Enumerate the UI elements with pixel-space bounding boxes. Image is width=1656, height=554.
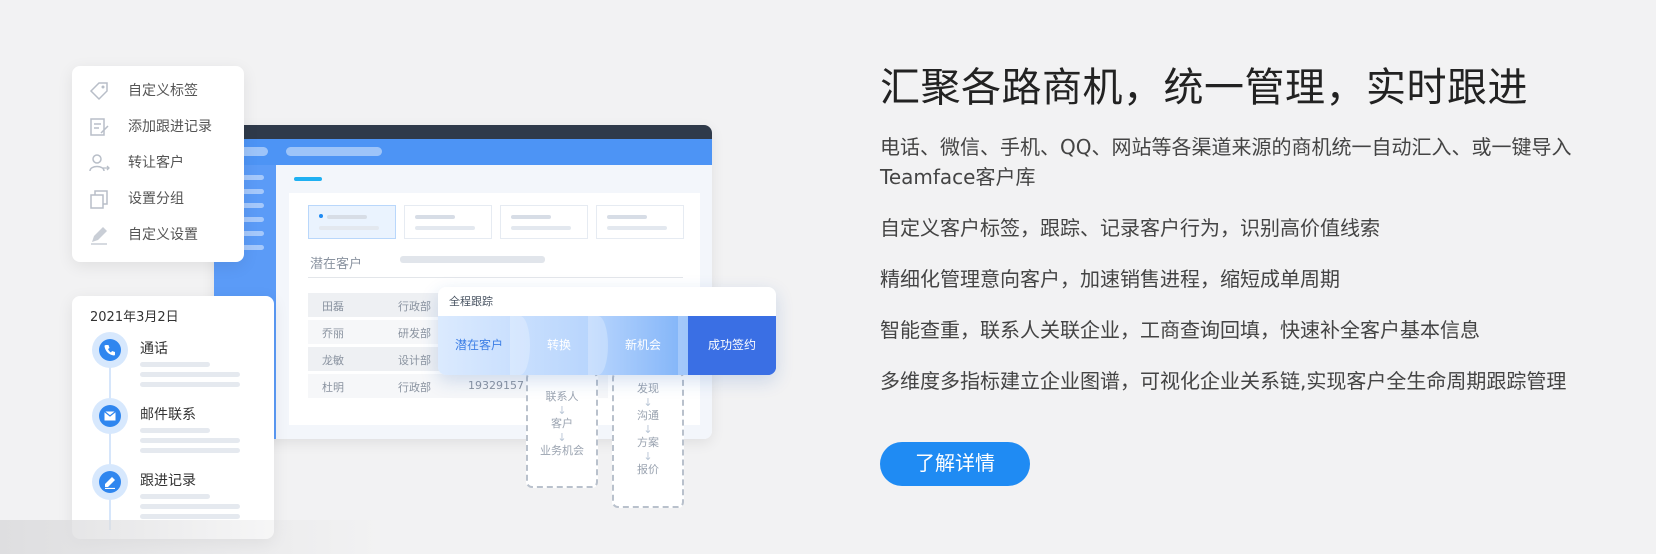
timeline-placeholder — [140, 514, 240, 519]
timeline-connector — [109, 350, 111, 530]
subflow-item: 方案 — [637, 436, 659, 449]
stage-lead[interactable]: 潜在客户 — [438, 316, 520, 375]
timeline-label: 邮件联系 — [140, 407, 196, 423]
summary-card — [404, 205, 492, 239]
row-dept: 设计部 — [398, 354, 431, 367]
timeline-placeholder — [140, 448, 240, 453]
summary-card — [308, 205, 396, 239]
menu-item-custom-tag[interactable]: 自定义标签 — [88, 76, 238, 106]
summary-placeholder — [415, 226, 475, 230]
subflow-item: 联系人 — [545, 390, 579, 403]
tag-icon — [89, 82, 108, 101]
window-active-tab — [294, 177, 322, 181]
user-transfer-icon — [89, 154, 110, 172]
row-name: 龙敏 — [322, 354, 344, 367]
summary-placeholder — [511, 226, 571, 230]
menu-item-custom-settings[interactable]: 自定义设置 — [88, 220, 238, 250]
window-titlebar — [214, 125, 712, 139]
row-dept: 研发部 — [398, 327, 431, 340]
summary-dot — [319, 214, 323, 218]
learn-more-button[interactable]: 了解详情 — [880, 442, 1030, 486]
edit-icon — [92, 464, 128, 500]
summary-placeholder — [327, 215, 367, 219]
arrow-down-icon: ↓ — [557, 431, 567, 444]
feature-text: 多维度多指标建立企业图谱，可视化企业关系链,实现客户全生命周期跟踪管理 — [880, 369, 1567, 393]
subflow-item: 客户 — [551, 417, 573, 430]
arrow-down-icon: ↓ — [643, 396, 653, 409]
arrow-down-icon: ↓ — [557, 404, 567, 417]
stage-signed[interactable]: 成功签约 — [688, 316, 776, 375]
menu-item-add-followup[interactable]: 添加跟进记录 — [88, 112, 238, 142]
feature-text: 智能查重，联系人关联企业，工商查询回填，快速补全客户基本信息 — [880, 318, 1480, 342]
nav-placeholder — [286, 147, 382, 156]
timeline-placeholder — [140, 372, 240, 377]
menu-item-transfer-customer[interactable]: 转让客户 — [88, 148, 238, 178]
timeline-label: 通话 — [140, 341, 168, 357]
timeline-placeholder — [140, 494, 210, 499]
summary-placeholder — [607, 215, 647, 219]
timeline-placeholder — [140, 362, 210, 367]
timeline-placeholder — [140, 382, 240, 387]
timeline-placeholder — [140, 428, 210, 433]
menu-item-label: 添加跟进记录 — [128, 119, 212, 135]
activity-timeline: 2021年3月2日 通话 邮件联系 跟进记录 — [72, 296, 274, 539]
row-phone: 19329157 — [468, 379, 524, 392]
menu-item-label: 自定义设置 — [128, 227, 198, 243]
stage-opportunity[interactable]: 新机会 — [598, 316, 688, 375]
opportunity-subflow: 发现 ↓ 沟通 ↓ 方案 ↓ 报价 — [612, 372, 684, 508]
subflow-item: 发现 — [637, 382, 659, 395]
divider — [308, 277, 683, 278]
row-dept: 行政部 — [398, 381, 431, 394]
summary-placeholder — [511, 215, 551, 219]
menu-item-label: 设置分组 — [128, 191, 184, 207]
timeline-placeholder — [140, 504, 240, 509]
mail-icon — [92, 398, 128, 434]
subflow-item: 业务机会 — [540, 444, 584, 457]
menu-item-label: 转让客户 — [128, 155, 184, 171]
phone-icon — [92, 332, 128, 368]
shadow-decoration — [0, 520, 380, 554]
summary-placeholder — [319, 226, 379, 230]
subflow-item: 沟通 — [637, 409, 659, 422]
subflow-item: 报价 — [637, 463, 659, 476]
feature-text: 精细化管理意向客户，加速销售进程，缩短成单周期 — [880, 267, 1340, 291]
edit-note-icon — [90, 118, 109, 136]
row-name: 田磊 — [322, 300, 344, 313]
pencil-icon — [91, 227, 107, 245]
customer-action-menu: 自定义标签 添加跟进记录 转让客户 设置分组 自定义设置 — [72, 66, 244, 262]
feature-text: 自定义客户标签，跟踪、记录客户行为，识别高价值线索 — [880, 216, 1380, 240]
timeline-label: 跟进记录 — [140, 473, 196, 489]
summary-placeholder — [415, 215, 455, 219]
section-title: 潜在客户 — [310, 257, 363, 272]
timeline-placeholder — [140, 438, 240, 443]
arrow-down-icon: ↓ — [643, 423, 653, 436]
menu-item-label: 自定义标签 — [128, 83, 198, 99]
menu-item-set-group[interactable]: 设置分组 — [88, 184, 238, 214]
pipeline-title: 全程跟踪 — [438, 287, 776, 316]
window-navbar — [214, 139, 712, 165]
section-headline: 汇聚各路商机，统一管理，实时跟进 — [880, 65, 1528, 111]
summary-card — [596, 205, 684, 239]
section-placeholder — [400, 256, 545, 263]
convert-subflow: 联系人 ↓ 客户 ↓ 业务机会 — [526, 372, 598, 488]
group-copy-icon — [90, 190, 108, 209]
row-name: 乔丽 — [322, 327, 344, 340]
row-dept: 行政部 — [398, 300, 431, 313]
summary-placeholder — [607, 226, 667, 230]
summary-card — [500, 205, 588, 239]
timeline-date: 2021年3月2日 — [90, 310, 179, 325]
pipeline-card: 全程跟踪 潜在客户 转换 新机会 成功签约 — [438, 287, 776, 375]
row-name: 杜明 — [322, 381, 344, 394]
feature-text: 电话、微信、手机、QQ、网站等各渠道来源的商机统一自动汇入、或一键导入Teamf… — [880, 135, 1572, 189]
stage-convert[interactable]: 转换 — [520, 316, 598, 375]
arrow-down-icon: ↓ — [643, 450, 653, 463]
